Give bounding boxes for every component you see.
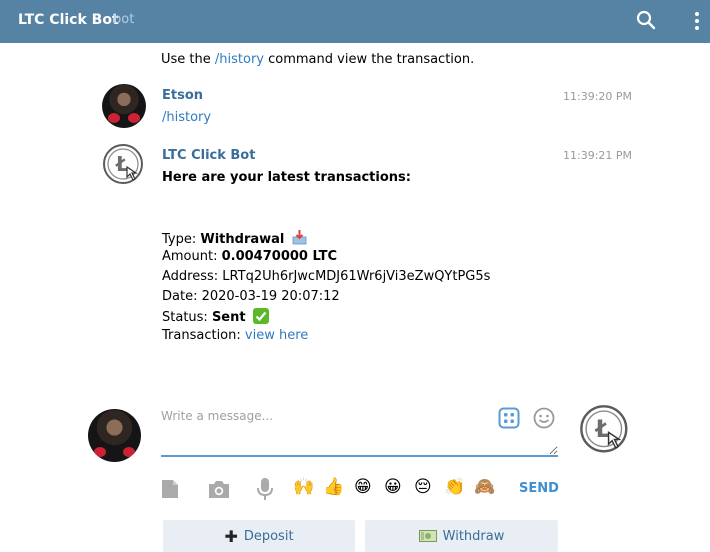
deposit-button[interactable]: ✚ Deposit bbox=[163, 520, 355, 552]
bot-avatar[interactable]: Ł bbox=[579, 404, 631, 456]
transaction-status: Status: Sent bbox=[162, 308, 269, 325]
my-avatar[interactable] bbox=[88, 409, 141, 462]
transaction-type: Type: Withdrawal bbox=[162, 229, 307, 247]
transaction-amount: Amount: 0.00470000 LTC bbox=[162, 249, 337, 264]
chat-title[interactable]: LTC Click Bot bbox=[18, 12, 119, 28]
transactions-heading: Here are your latest transactions: bbox=[162, 170, 411, 185]
emoji-icon[interactable] bbox=[533, 407, 555, 429]
transaction-date: Date: 2020-03-19 20:07:12 bbox=[162, 289, 340, 304]
type-label: Type: bbox=[162, 232, 201, 247]
quick-emoji-thumbs-up[interactable]: 👍 bbox=[323, 477, 344, 497]
file-icon[interactable] bbox=[160, 479, 180, 499]
withdraw-button[interactable]: Withdraw bbox=[365, 520, 558, 552]
search-icon[interactable] bbox=[636, 10, 656, 30]
quick-emoji-pensive[interactable]: 😔 bbox=[414, 477, 432, 497]
quick-emoji-grin[interactable]: 😁 bbox=[354, 477, 372, 497]
more-menu-icon[interactable] bbox=[692, 11, 702, 31]
chat-subtitle: bot bbox=[113, 12, 135, 27]
address-value: LRTq2Uh6rJwcMDJ61Wr6jVi3eZwQYtPG5s bbox=[222, 269, 491, 284]
history-command-link[interactable]: /history bbox=[162, 110, 211, 125]
check-mark-icon bbox=[252, 308, 269, 324]
amount-value: 0.00470000 LTC bbox=[221, 249, 338, 264]
view-transaction-link[interactable]: view here bbox=[245, 328, 308, 343]
type-value: Withdrawal bbox=[200, 232, 285, 247]
sender-name[interactable]: LTC Click Bot bbox=[162, 148, 255, 163]
quick-emoji-see-no-evil[interactable]: 🙈 bbox=[474, 477, 495, 497]
user-avatar[interactable] bbox=[102, 84, 146, 128]
quick-emoji-smile[interactable]: 😀 bbox=[384, 477, 402, 497]
previous-message-text: Use the /history command view the transa… bbox=[161, 52, 474, 67]
transaction-address: Address: LRTq2Uh6rJwcMDJ61Wr6jVi3eZwQYtP… bbox=[162, 269, 490, 284]
status-value: Sent bbox=[211, 310, 246, 325]
inbox-tray-icon bbox=[292, 230, 306, 245]
address-label: Address: bbox=[162, 269, 223, 284]
status-label: Status: bbox=[162, 310, 212, 325]
bot-avatar[interactable]: Ł bbox=[102, 143, 146, 187]
deposit-label: Deposit bbox=[243, 528, 294, 544]
chat-header: LTC Click Bot bot bbox=[0, 0, 710, 43]
plus-icon: ✚ bbox=[224, 526, 238, 546]
quick-emoji-clap[interactable]: 👏 bbox=[444, 477, 465, 497]
history-command-link[interactable]: /history bbox=[215, 52, 264, 67]
message-time: 11:39:21 PM bbox=[563, 149, 633, 162]
date-label: Date: bbox=[162, 289, 202, 304]
message-time: 11:39:20 PM bbox=[563, 90, 633, 103]
sender-name[interactable]: Etson bbox=[162, 88, 203, 103]
money-banknote-icon bbox=[418, 530, 437, 542]
bot-keyboard-icon[interactable] bbox=[498, 407, 520, 429]
quick-emoji-raising-hands[interactable]: 🙌 bbox=[293, 477, 314, 497]
text-suffix: command view the transaction. bbox=[263, 52, 475, 67]
send-button[interactable]: SEND bbox=[519, 481, 559, 496]
microphone-icon[interactable] bbox=[256, 477, 274, 501]
camera-icon[interactable] bbox=[207, 479, 231, 499]
transaction-link-line: Transaction: view here bbox=[162, 328, 308, 343]
text-prefix: Use the bbox=[161, 52, 215, 67]
date-value: 2020-03-19 20:07:12 bbox=[201, 289, 340, 304]
message-composer: Ł 🙌 👍 😁 😀 😔 👏 🙈 SEND ✚ Deposit Withdraw bbox=[0, 395, 710, 552]
withdraw-label: Withdraw bbox=[442, 528, 505, 544]
message-history[interactable]: Use the /history command view the transa… bbox=[0, 43, 710, 395]
amount-label: Amount: bbox=[162, 249, 222, 264]
transaction-label: Transaction: bbox=[162, 328, 245, 343]
